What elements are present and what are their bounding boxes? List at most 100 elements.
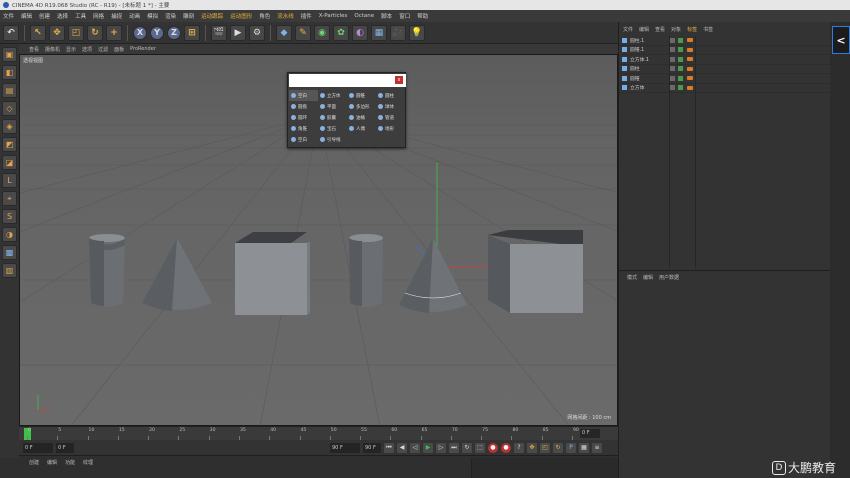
popup-object-item[interactable]: 圆锥 (347, 90, 376, 101)
popup-search-input[interactable] (289, 74, 406, 87)
viewport-menu-item[interactable]: 过滤 (98, 46, 108, 53)
object-row[interactable]: 圆锥.1 (619, 46, 831, 55)
menu-item[interactable]: 文件 (3, 12, 14, 20)
cube-object-1[interactable] (235, 232, 310, 315)
viewport-menu-item[interactable]: 摄像机 (45, 46, 60, 53)
solo-button[interactable]: ▥ (2, 263, 17, 278)
object-row[interactable]: 圆锥 (619, 74, 831, 84)
menu-item[interactable]: 捕捉 (111, 12, 122, 20)
enable-check-icon[interactable] (678, 85, 683, 91)
quantize-button[interactable]: ▩ (2, 245, 17, 260)
popup-object-item[interactable]: 球体 (376, 101, 405, 112)
visibility-toggle-icon[interactable] (670, 37, 675, 43)
object-manager-tab[interactable]: 书签 (703, 26, 713, 33)
phong-tag-icon[interactable] (687, 76, 693, 81)
menu-item[interactable]: 渲染 (165, 12, 176, 20)
spline-pen-button[interactable]: ✎ (295, 24, 311, 41)
phong-tag-icon[interactable] (687, 57, 693, 62)
visibility-toggle-icon[interactable] (670, 47, 675, 53)
points-mode-button[interactable]: ◈ (2, 119, 17, 134)
menu-item[interactable]: 角色 (259, 12, 270, 20)
scale-button[interactable]: ◰ (68, 24, 84, 41)
popup-object-item[interactable]: 圆环 (289, 112, 318, 123)
cone-object-1[interactable] (142, 238, 212, 311)
menu-item[interactable]: 运动图形 (230, 12, 252, 20)
edges-mode-button[interactable]: ◩ (2, 137, 17, 152)
object-manager-tab[interactable]: 标签 (687, 26, 697, 33)
edit-render-settings-button[interactable]: ⚙ (249, 24, 265, 41)
timeline-window-icon[interactable]: ≡ (592, 442, 602, 453)
object-manager-tab[interactable]: 文件 (623, 26, 633, 33)
popup-object-item[interactable]: 引导线 (318, 134, 347, 145)
viewport-menu-item[interactable]: 显示 (66, 46, 76, 53)
phong-tag-icon[interactable] (687, 38, 693, 43)
attribute-manager-tab[interactable]: 模式 (627, 274, 637, 281)
auto-keyframe-icon[interactable]: ● (501, 442, 511, 453)
menu-item[interactable]: 帮助 (417, 12, 428, 20)
cube-object-2[interactable] (488, 230, 583, 313)
popup-object-item[interactable]: 空白 (289, 90, 318, 101)
popup-object-item[interactable]: 宝石 (318, 123, 347, 134)
popup-object-item[interactable]: 管道 (376, 112, 405, 123)
timeline-end-field[interactable]: 0 F (580, 429, 600, 438)
workplane-button[interactable]: ◇ (2, 101, 17, 116)
menu-item[interactable]: 流水线 (277, 12, 294, 20)
attribute-manager-tab[interactable]: 编辑 (643, 274, 653, 281)
menu-item[interactable]: 模拟 (147, 12, 158, 20)
collapse-panel-button[interactable]: < (832, 26, 850, 54)
rotate-button[interactable]: ↻ (87, 24, 103, 41)
menu-item[interactable]: 网格 (93, 12, 104, 20)
max-frame-field[interactable]: 90 F (363, 442, 381, 453)
light-button[interactable]: 💡 (409, 24, 425, 41)
material-manager-tab[interactable]: 功能 (65, 459, 75, 466)
menu-item[interactable]: 动画 (129, 12, 140, 20)
popup-object-item[interactable]: 立方体 (318, 90, 347, 101)
menu-item[interactable]: 窗口 (399, 12, 410, 20)
tweak-mode-button[interactable]: ⌖ (2, 191, 17, 206)
viewport-menu-item[interactable]: 查看 (29, 46, 39, 53)
polygons-mode-button[interactable]: ◪ (2, 155, 17, 170)
visibility-toggle-icon[interactable] (670, 66, 675, 72)
timeline-ruler[interactable]: 0 F 0 5 10 15 20 25 30 35 40 45 50 55 60 65 70 75 80 85 90 (19, 426, 618, 440)
cylinder-object-2[interactable] (349, 234, 383, 307)
array-button[interactable]: ✿ (333, 24, 349, 41)
cylinder-object-1[interactable] (89, 234, 125, 307)
object-row[interactable]: 圆柱.1 (619, 36, 831, 46)
go-to-start-icon[interactable]: ⏮ (384, 442, 394, 453)
z-axis-button[interactable]: Z (167, 25, 181, 40)
coordinate-system-button[interactable]: ⊞ (184, 24, 200, 41)
popup-close-button[interactable]: x (395, 76, 403, 84)
popup-object-item[interactable]: 空白 (289, 134, 318, 145)
subdivision-button[interactable]: ◉ (314, 24, 330, 41)
material-manager-tab[interactable]: 创建 (29, 459, 39, 466)
phong-tag-icon[interactable] (687, 85, 693, 90)
menu-item[interactable]: 工具 (75, 12, 86, 20)
object-manager-tab[interactable]: 查看 (655, 26, 665, 33)
menu-item[interactable]: 脚本 (381, 12, 392, 20)
popup-object-item[interactable]: 平面 (318, 101, 347, 112)
viewport-menu-item[interactable]: ProRender (130, 46, 156, 52)
cube-object-button[interactable]: ◆ (276, 24, 292, 41)
step-back-icon[interactable]: ◀ (397, 442, 407, 453)
popup-object-item[interactable]: 胶囊 (318, 112, 347, 123)
param-key-icon[interactable]: P (566, 442, 576, 453)
axis-mode-button[interactable]: L (2, 173, 17, 188)
material-manager-tab[interactable]: 编辑 (47, 459, 57, 466)
menu-item[interactable]: 雕刻 (183, 12, 194, 20)
popup-object-item[interactable]: 多边形 (347, 101, 376, 112)
x-axis-button[interactable]: X (133, 25, 147, 40)
camera-button[interactable]: 🎥 (390, 24, 406, 41)
go-to-end-icon[interactable]: ⏭ (449, 442, 459, 453)
enable-check-icon[interactable] (678, 56, 683, 62)
menu-item[interactable]: 运动跟踪 (201, 12, 223, 20)
menu-item[interactable]: 插件 (301, 12, 312, 20)
render-picture-viewer-button[interactable]: ▶ (230, 24, 246, 41)
loop-icon[interactable]: ↻ (462, 442, 472, 453)
popup-object-item[interactable]: 圆盘 (289, 101, 318, 112)
step-forward-icon[interactable]: ▷ (436, 442, 446, 453)
end-frame-field[interactable]: 90 F (330, 442, 360, 453)
viewport-menu-item[interactable]: 选项 (82, 46, 92, 53)
play-backward-icon[interactable]: ◁ (410, 442, 420, 453)
menu-item[interactable]: 创建 (39, 12, 50, 20)
snap-button[interactable]: S (2, 209, 17, 224)
